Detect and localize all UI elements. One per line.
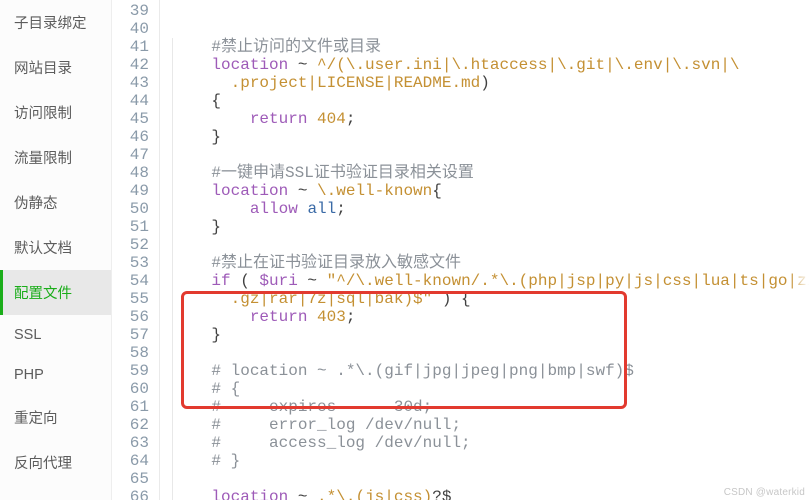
code-line: # } bbox=[172, 452, 809, 470]
line-number: 45 bbox=[112, 110, 149, 128]
line-number: 66 bbox=[112, 488, 149, 500]
sidebar-item-0[interactable]: 子目录绑定 bbox=[0, 0, 111, 45]
line-number: 59 bbox=[112, 362, 149, 380]
code-line: .project|LICENSE|README.md) bbox=[172, 74, 809, 92]
sidebar-item-5[interactable]: 默认文档 bbox=[0, 225, 111, 270]
line-number: 58 bbox=[112, 344, 149, 362]
line-number: 61 bbox=[112, 398, 149, 416]
line-number: 62 bbox=[112, 416, 149, 434]
line-number: 60 bbox=[112, 380, 149, 398]
code-line: #禁止访问的文件或目录 bbox=[172, 38, 809, 56]
line-number: 56 bbox=[112, 308, 149, 326]
sidebar-item-9[interactable]: 重定向 bbox=[0, 395, 111, 440]
code-line: # error_log /dev/null; bbox=[172, 416, 809, 434]
code-line: # expires 30d; bbox=[172, 398, 809, 416]
code-line: return 403; bbox=[172, 308, 809, 326]
line-number: 52 bbox=[112, 236, 149, 254]
code-line: location ~ ^/(\.user.ini|\.htaccess|\.gi… bbox=[172, 56, 809, 74]
code-line: # { bbox=[172, 380, 809, 398]
code-line bbox=[172, 146, 809, 164]
sidebar-item-4[interactable]: 伪静态 bbox=[0, 180, 111, 225]
code-line bbox=[172, 236, 809, 254]
line-number: 55 bbox=[112, 290, 149, 308]
code-line: #一键申请SSL证书验证目录相关设置 bbox=[172, 164, 809, 182]
sidebar-item-8[interactable]: PHP bbox=[0, 355, 111, 395]
line-number: 64 bbox=[112, 452, 149, 470]
code-line: } bbox=[172, 128, 809, 146]
line-number: 41 bbox=[112, 38, 149, 56]
line-number: 47 bbox=[112, 146, 149, 164]
watermark-text: CSDN @waterkid bbox=[724, 487, 805, 498]
code-editor[interactable]: 3940414243444546474849505152535455565758… bbox=[112, 0, 809, 500]
code-line: # location ~ .*\.(gif|jpg|jpeg|png|bmp|s… bbox=[172, 362, 809, 380]
line-number: 49 bbox=[112, 182, 149, 200]
code-line: { bbox=[172, 92, 809, 110]
code-line bbox=[172, 344, 809, 362]
line-number: 57 bbox=[112, 326, 149, 344]
code-line bbox=[172, 470, 809, 488]
sidebar-item-6[interactable]: 配置文件 bbox=[0, 270, 111, 315]
line-number: 39 bbox=[112, 2, 149, 20]
line-number: 44 bbox=[112, 92, 149, 110]
code-line: .gz|rar|7z|sql|bak)$" ) { bbox=[172, 290, 809, 308]
line-number: 53 bbox=[112, 254, 149, 272]
code-line: } bbox=[172, 218, 809, 236]
code-line: location ~ \.well-known{ bbox=[172, 182, 809, 200]
code-line: } bbox=[172, 326, 809, 344]
code-line: #禁止在证书验证目录放入敏感文件 bbox=[172, 254, 809, 272]
code-line: return 404; bbox=[172, 110, 809, 128]
line-number-gutter: 3940414243444546474849505152535455565758… bbox=[112, 0, 160, 500]
code-content[interactable]: #禁止访问的文件或目录 location ~ ^/(\.user.ini|\.h… bbox=[160, 0, 809, 500]
sidebar: 子目录绑定网站目录访问限制流量限制伪静态默认文档配置文件SSLPHP重定向反向代… bbox=[0, 0, 112, 500]
app-root: 子目录绑定网站目录访问限制流量限制伪静态默认文档配置文件SSLPHP重定向反向代… bbox=[0, 0, 809, 500]
line-number: 51 bbox=[112, 218, 149, 236]
line-number: 48 bbox=[112, 164, 149, 182]
sidebar-item-11[interactable]: 防盗链 bbox=[0, 485, 111, 500]
line-number: 43 bbox=[112, 74, 149, 92]
sidebar-item-1[interactable]: 网站目录 bbox=[0, 45, 111, 90]
line-number: 40 bbox=[112, 20, 149, 38]
line-number: 46 bbox=[112, 128, 149, 146]
line-number: 65 bbox=[112, 470, 149, 488]
code-line: if ( $uri ~ "^/\.well-known/.*\.(php|jsp… bbox=[172, 272, 809, 290]
code-line: allow all; bbox=[172, 200, 809, 218]
line-number: 42 bbox=[112, 56, 149, 74]
sidebar-item-7[interactable]: SSL bbox=[0, 315, 111, 355]
code-line: location ~ .*\.(js|css)?$ bbox=[172, 488, 809, 500]
code-line: # access_log /dev/null; bbox=[172, 434, 809, 452]
line-number: 63 bbox=[112, 434, 149, 452]
line-number: 50 bbox=[112, 200, 149, 218]
sidebar-item-3[interactable]: 流量限制 bbox=[0, 135, 111, 180]
sidebar-item-2[interactable]: 访问限制 bbox=[0, 90, 111, 135]
line-number: 54 bbox=[112, 272, 149, 290]
sidebar-item-10[interactable]: 反向代理 bbox=[0, 440, 111, 485]
